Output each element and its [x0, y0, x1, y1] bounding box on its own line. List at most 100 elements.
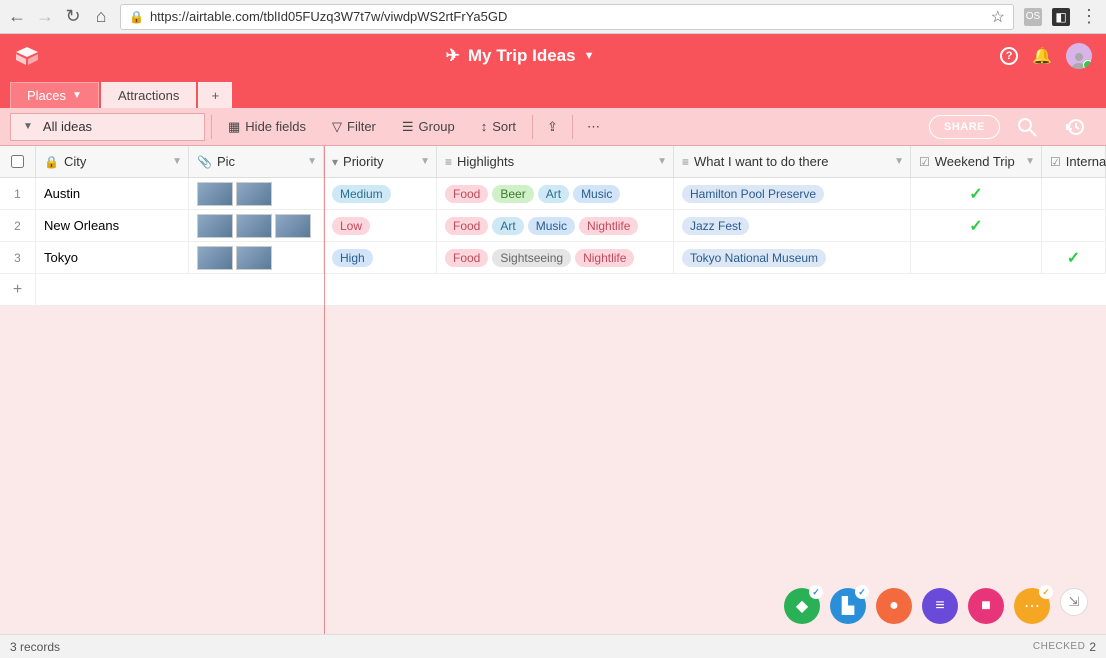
- add-table-button[interactable]: +: [198, 82, 232, 108]
- tag-pill[interactable]: Nightlife: [579, 217, 638, 235]
- search-button[interactable]: [1006, 113, 1048, 141]
- group-button[interactable]: ☰ Group: [392, 113, 465, 141]
- attachment-thumbnail[interactable]: [236, 214, 272, 238]
- cell-city[interactable]: Austin: [36, 178, 189, 209]
- filter-button[interactable]: ▽ Filter: [322, 113, 386, 141]
- chevron-down-icon[interactable]: ▼: [657, 156, 667, 167]
- chevron-down-icon[interactable]: ▼: [1025, 156, 1035, 167]
- column-header-highlights[interactable]: ≡Highlights▼: [437, 146, 674, 177]
- tag-pill[interactable]: Tokyo National Museum: [682, 249, 826, 267]
- chevron-down-icon[interactable]: ▼: [172, 156, 182, 167]
- tag-pill[interactable]: Art: [492, 217, 523, 235]
- row-number[interactable]: 1: [0, 178, 36, 209]
- cell-international[interactable]: [1042, 210, 1106, 241]
- forward-button[interactable]: →: [36, 6, 54, 27]
- airtable-logo-icon[interactable]: [14, 46, 40, 66]
- table-row[interactable]: 2New Orleans Low FoodArt MusicNightlife Jazz…: [0, 210, 1106, 242]
- tag-pill[interactable]: Nightlife: [575, 249, 634, 267]
- base-title[interactable]: ✈ My Trip Ideas ▼: [446, 46, 595, 66]
- summary-checked[interactable]: CHECKED 2: [1033, 640, 1096, 654]
- app-fab[interactable]: ⋯: [1014, 588, 1050, 624]
- home-button[interactable]: ⌂: [92, 6, 110, 27]
- tag-pill[interactable]: Hamilton Pool Preserve: [682, 185, 824, 203]
- back-button[interactable]: ←: [8, 6, 26, 27]
- cell-pic[interactable]: [189, 242, 324, 273]
- tag-pill[interactable]: Food: [445, 217, 488, 235]
- more-options-button[interactable]: ⋯: [579, 113, 608, 141]
- column-header-international[interactable]: ☑Interna: [1042, 146, 1106, 177]
- app-fab[interactable]: ▙: [830, 588, 866, 624]
- cell-pic[interactable]: [189, 210, 324, 241]
- share-button[interactable]: SHARE: [929, 115, 1000, 139]
- table-row[interactable]: 3Tokyo High FoodSightseeingNightlife Tokyo …: [0, 242, 1106, 274]
- column-header-weekend[interactable]: ☑Weekend Trip▼: [911, 146, 1042, 177]
- row-number[interactable]: 2: [0, 210, 36, 241]
- tag-pill[interactable]: Medium: [332, 185, 391, 203]
- help-button[interactable]: ?: [1000, 47, 1018, 65]
- tag-pill[interactable]: High: [332, 249, 373, 267]
- select-all-header[interactable]: [0, 146, 36, 177]
- cell-want[interactable]: Tokyo National Museum: [674, 242, 911, 273]
- tag-pill[interactable]: Art: [538, 185, 569, 203]
- cell-priority[interactable]: Medium: [324, 178, 437, 209]
- app-fab[interactable]: ≡: [922, 588, 958, 624]
- browser-menu-button[interactable]: ⋮: [1080, 6, 1098, 27]
- cell-weekend[interactable]: [911, 242, 1042, 273]
- tag-pill[interactable]: Jazz Fest: [682, 217, 749, 235]
- bookmark-star-icon[interactable]: ☆: [991, 7, 1005, 27]
- tag-pill[interactable]: Low: [332, 217, 370, 235]
- attachment-thumbnail[interactable]: [197, 246, 233, 270]
- tag-pill[interactable]: Music: [528, 217, 575, 235]
- extension-icon[interactable]: ◧: [1052, 8, 1070, 26]
- app-fab[interactable]: ◆: [784, 588, 820, 624]
- cell-pic[interactable]: [189, 178, 324, 209]
- cell-international[interactable]: [1042, 178, 1106, 209]
- user-avatar[interactable]: [1066, 43, 1092, 69]
- chevron-down-icon[interactable]: ▼: [307, 156, 317, 167]
- chevron-down-icon[interactable]: ▼: [894, 156, 904, 167]
- cell-highlights[interactable]: FoodArt MusicNightlife: [437, 210, 674, 241]
- cell-city[interactable]: New Orleans: [36, 210, 189, 241]
- extension-icon[interactable]: OS: [1024, 8, 1042, 26]
- column-header-pic[interactable]: 📎Pic▼: [189, 146, 324, 177]
- cell-highlights[interactable]: FoodSightseeingNightlife: [437, 242, 674, 273]
- cell-city[interactable]: Tokyo: [36, 242, 189, 273]
- attachment-thumbnail[interactable]: [236, 246, 272, 270]
- add-row[interactable]: +: [0, 274, 1106, 306]
- tag-pill[interactable]: Beer: [492, 185, 533, 203]
- attachment-thumbnail[interactable]: [275, 214, 311, 238]
- tag-pill[interactable]: Food: [445, 249, 488, 267]
- app-fab[interactable]: ●: [876, 588, 912, 624]
- hide-fields-button[interactable]: ▦ Hide fields: [218, 113, 316, 141]
- tab-places[interactable]: Places ▼: [10, 82, 99, 108]
- cell-priority[interactable]: High: [324, 242, 437, 273]
- row-number[interactable]: 3: [0, 242, 36, 273]
- cell-highlights[interactable]: FoodBeer ArtMusic: [437, 178, 674, 209]
- attachment-thumbnail[interactable]: [197, 214, 233, 238]
- column-header-priority[interactable]: ▾Priority▼: [324, 146, 437, 177]
- tag-pill[interactable]: Music: [573, 185, 620, 203]
- attachment-thumbnail[interactable]: [197, 182, 233, 206]
- tag-pill[interactable]: Food: [445, 185, 488, 203]
- app-fab[interactable]: ■: [968, 588, 1004, 624]
- table-row[interactable]: 1Austin Medium FoodBeer ArtMusic Hamilton Po…: [0, 178, 1106, 210]
- chevron-down-icon[interactable]: ▼: [420, 156, 430, 167]
- attachment-thumbnail[interactable]: [236, 182, 272, 206]
- select-all-checkbox[interactable]: [11, 155, 24, 168]
- cell-want[interactable]: Jazz Fest: [674, 210, 911, 241]
- history-button[interactable]: [1054, 113, 1096, 141]
- collapse-apps-button[interactable]: ⇲: [1060, 588, 1088, 616]
- cell-priority[interactable]: Low: [324, 210, 437, 241]
- cell-want[interactable]: Hamilton Pool Preserve: [674, 178, 911, 209]
- view-picker[interactable]: ▼ All ideas: [10, 113, 205, 141]
- column-header-city[interactable]: 🔒City▼: [36, 146, 189, 177]
- address-bar[interactable]: 🔒 https://airtable.com/tblId05FUzq3W7t7w…: [120, 4, 1014, 30]
- notifications-icon[interactable]: 🔔: [1032, 46, 1052, 66]
- sort-button[interactable]: ↕ Sort: [471, 113, 526, 141]
- reload-button[interactable]: ↻: [64, 6, 82, 27]
- tab-attractions[interactable]: Attractions: [101, 82, 196, 108]
- tag-pill[interactable]: Sightseeing: [492, 249, 571, 267]
- column-header-want[interactable]: ≡What I want to do there▼: [674, 146, 911, 177]
- cell-weekend[interactable]: ✓: [911, 178, 1042, 209]
- share-view-button[interactable]: ⇪: [539, 113, 566, 141]
